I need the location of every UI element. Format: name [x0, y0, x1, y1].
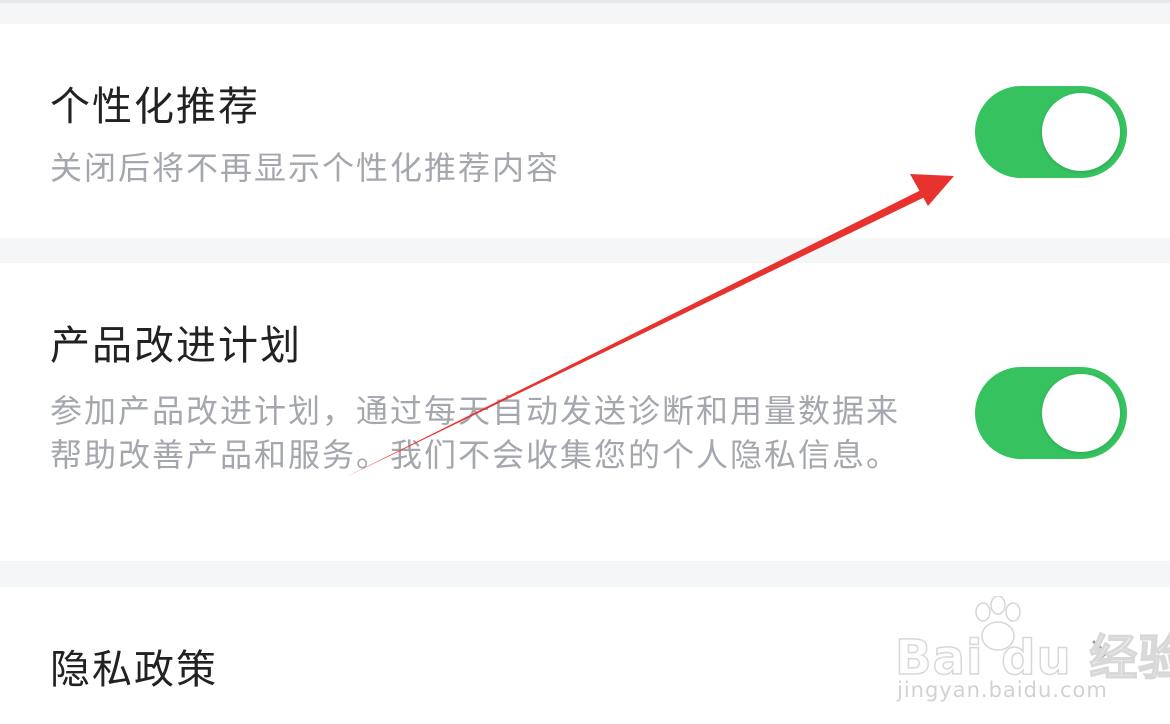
chevron-right-icon [1092, 640, 1108, 666]
privacy-policy-row[interactable]: 隐私政策 [0, 587, 1170, 724]
setting-title: 个性化推荐 [50, 84, 260, 130]
setting-personalized-recommendation: 个性化推荐 关闭后将不再显示个性化推荐内容 [0, 24, 1170, 238]
privacy-policy-label: 隐私政策 [50, 647, 218, 693]
setting-description: 参加产品改进计划，通过每天自动发送诊断和用量数据来帮助改善产品和服务。我们不会收… [50, 392, 901, 474]
setting-title: 产品改进计划 [50, 323, 302, 369]
setting-description: 关闭后将不再显示个性化推荐内容 [50, 149, 561, 187]
top-divider [0, 0, 1170, 3]
toggle-knob [1042, 93, 1120, 171]
product-improvement-toggle[interactable] [975, 367, 1127, 459]
setting-product-improvement: 产品改进计划 参加产品改进计划，通过每天自动发送诊断和用量数据来帮助改善产品和服… [0, 263, 1170, 561]
toggle-knob [1042, 374, 1120, 452]
personalized-recommendation-toggle[interactable] [975, 86, 1127, 178]
